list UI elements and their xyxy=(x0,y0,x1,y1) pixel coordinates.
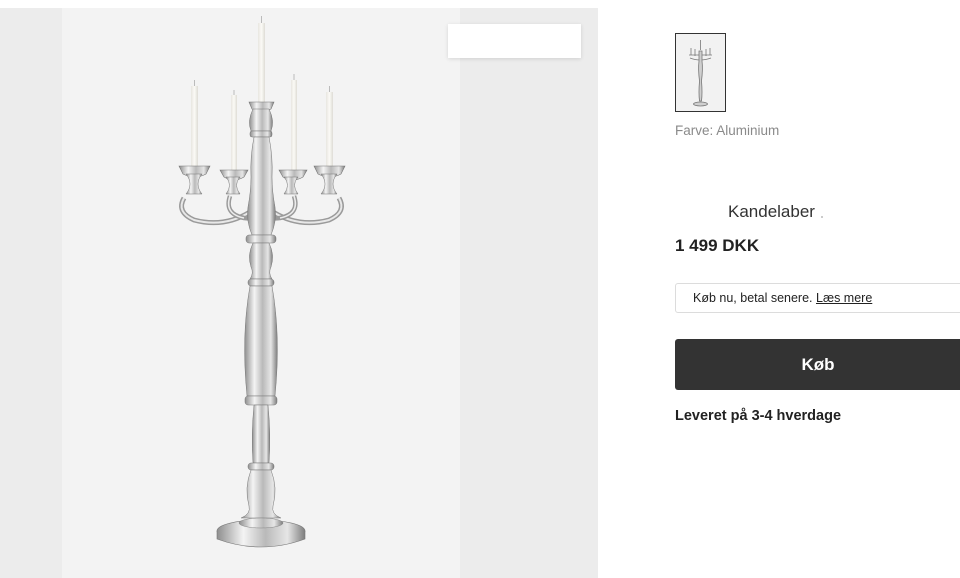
read-more-link[interactable]: Læs mere xyxy=(816,291,872,305)
financing-banner: Køb nu, betal senere. Læs mere xyxy=(675,283,960,313)
financing-text: Køb nu, betal senere. xyxy=(693,291,816,305)
image-overlay-label xyxy=(448,24,581,58)
title-dot-decoration xyxy=(821,216,823,218)
product-image-gallery[interactable] xyxy=(0,8,598,578)
buy-button[interactable]: Køb xyxy=(675,339,960,390)
candelabra-thumbnail-icon xyxy=(676,34,725,111)
product-page: Farve: Aluminium Kandelaber 1 499 DKK Kø… xyxy=(0,0,960,578)
color-label: Farve: Aluminium xyxy=(675,123,780,138)
product-thumbnail[interactable] xyxy=(675,33,726,112)
product-title: Kandelaber xyxy=(728,202,815,221)
product-price: 1 499 DKK xyxy=(675,236,760,255)
delivery-info: Leveret på 3-4 hverdage xyxy=(675,408,842,424)
candelabra-image xyxy=(178,16,346,548)
product-details: Farve: Aluminium Kandelaber 1 499 DKK Kø… xyxy=(674,0,960,578)
